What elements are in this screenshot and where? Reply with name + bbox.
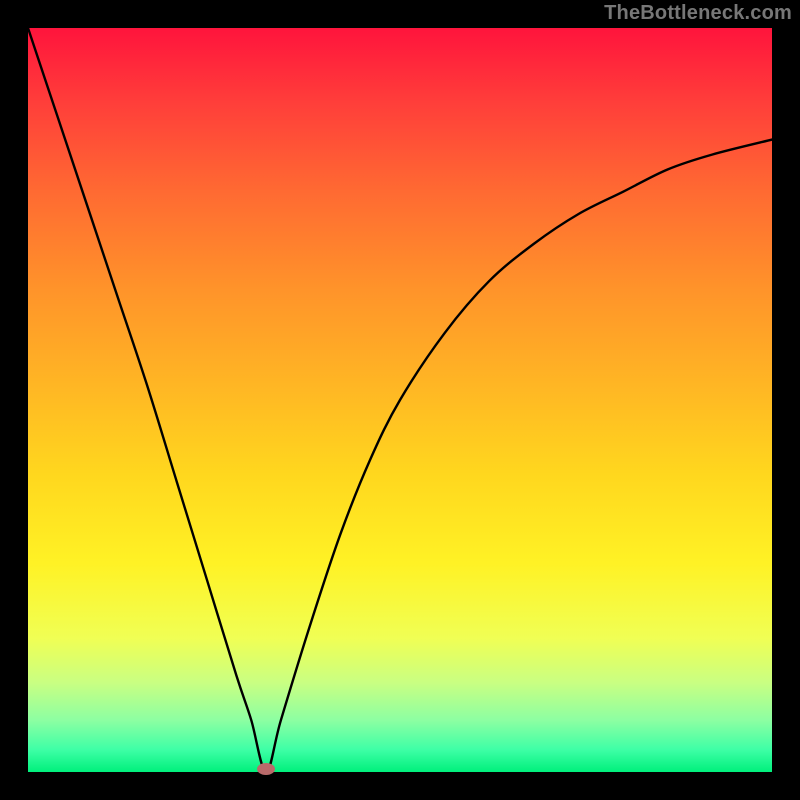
bottleneck-curve bbox=[28, 28, 772, 772]
optimum-marker bbox=[257, 763, 275, 775]
watermark-text: TheBottleneck.com bbox=[604, 2, 792, 25]
